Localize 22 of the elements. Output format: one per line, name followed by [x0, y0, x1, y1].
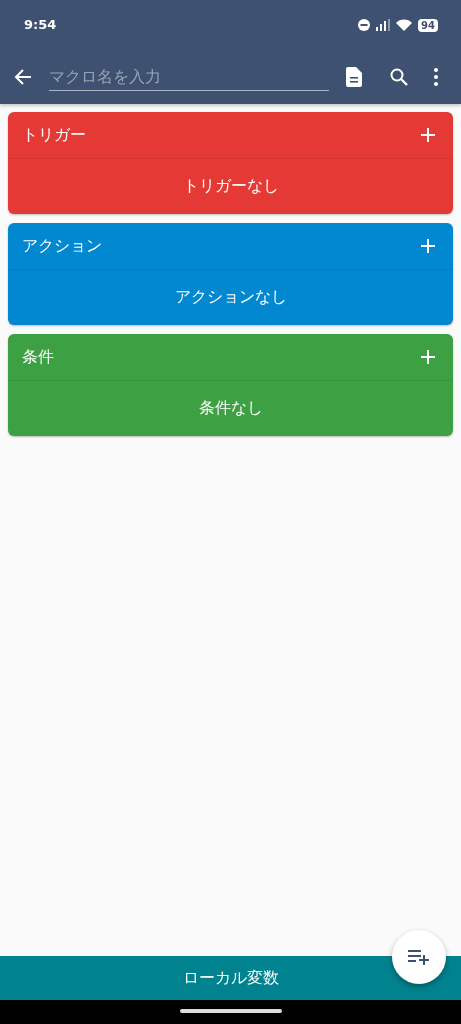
section-title: トリガー [22, 124, 86, 146]
section-title: アクション [22, 235, 102, 257]
status-time: 9:54 [24, 16, 57, 32]
do-not-disturb-icon [358, 19, 371, 31]
signal-icon [376, 19, 391, 31]
add-icon[interactable] [421, 128, 435, 142]
empty-message: アクションなし [174, 287, 287, 308]
add-to-list-button[interactable] [392, 930, 446, 984]
empty-message: トリガーなし [182, 176, 279, 197]
section-title: 条件 [22, 346, 54, 368]
local-variables-bar[interactable]: ローカル変数 [0, 956, 461, 1000]
back-arrow-icon[interactable] [14, 69, 32, 85]
macro-name-field[interactable]: マクロ名を入力 [49, 63, 329, 91]
empty-message: 条件なし [198, 398, 263, 419]
wifi-icon [396, 19, 413, 31]
add-icon[interactable] [421, 239, 435, 253]
search-icon[interactable] [390, 68, 408, 86]
document-icon[interactable] [346, 67, 362, 87]
add-icon[interactable] [421, 350, 435, 364]
battery-indicator: 94 [418, 18, 438, 32]
more-options-icon[interactable] [434, 68, 438, 86]
playlist-add-icon [408, 949, 430, 965]
